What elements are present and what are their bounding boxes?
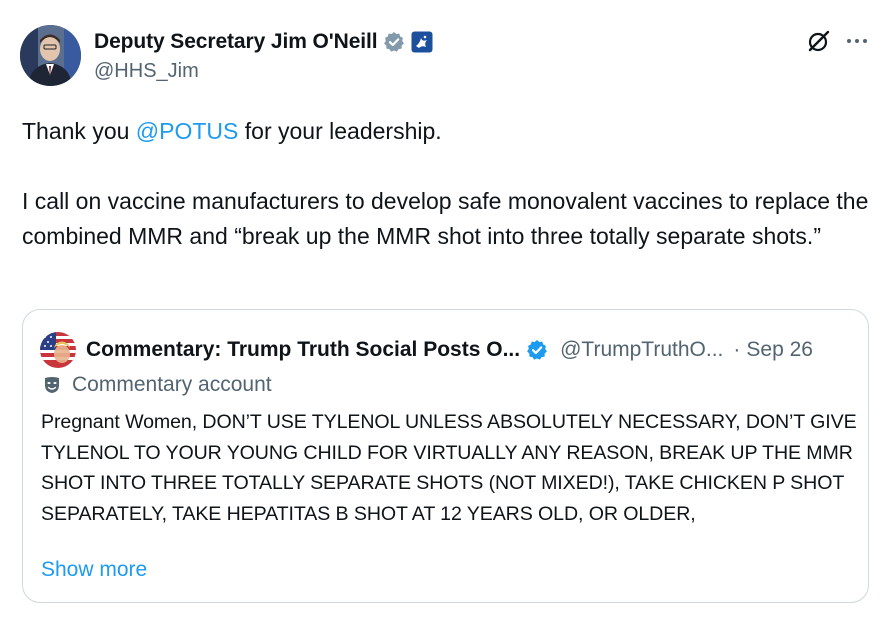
quoted-post-date[interactable]: Sep 26 (746, 338, 813, 362)
grok-icon[interactable] (806, 28, 832, 54)
show-more-link[interactable]: Show more (41, 558, 147, 582)
tweet-text-post: for your leadership. (238, 118, 442, 144)
verified-badge-icon[interactable] (383, 31, 405, 53)
commentary-account-text: Commentary account (72, 373, 272, 396)
author-handle[interactable]: @HHS_Jim (94, 60, 199, 83)
author-name-row: Deputy Secretary Jim O'Neill (94, 30, 433, 54)
quoted-verified-badge-icon[interactable] (526, 339, 548, 361)
potus-mention-link[interactable]: @POTUS (136, 118, 239, 144)
quoted-author-name[interactable]: Commentary: Trump Truth Social Posts O..… (86, 338, 520, 362)
tweet-paragraph-1: Thank you @POTUS for your leadership. (22, 114, 872, 149)
tweet-actions (806, 28, 870, 54)
commentary-account-label: Commentary account (42, 373, 272, 397)
quoted-separator: · (733, 338, 741, 361)
author-avatar[interactable] (20, 25, 81, 86)
tweet-text-pre: Thank you (22, 118, 136, 144)
tweet-paragraph-2: I call on vaccine manufacturers to devel… (22, 188, 869, 249)
theater-mask-icon (42, 375, 62, 395)
quoted-post[interactable]: Commentary: Trump Truth Social Posts O..… (22, 309, 869, 603)
tweet-text: Thank you @POTUS for your leadership. I … (22, 114, 872, 254)
quoted-author-handle[interactable]: @TrumpTruthO... (560, 338, 723, 362)
hhs-eagle-icon[interactable] (411, 31, 433, 53)
quoted-post-body: Pregnant Women, DON’T USE TYLENOL UNLESS… (41, 411, 857, 525)
quoted-post-header: Commentary: Trump Truth Social Posts O..… (40, 332, 813, 368)
author-display-name[interactable]: Deputy Secretary Jim O'Neill (94, 30, 378, 54)
quoted-author-avatar[interactable] (40, 332, 76, 368)
more-icon[interactable] (844, 28, 870, 54)
